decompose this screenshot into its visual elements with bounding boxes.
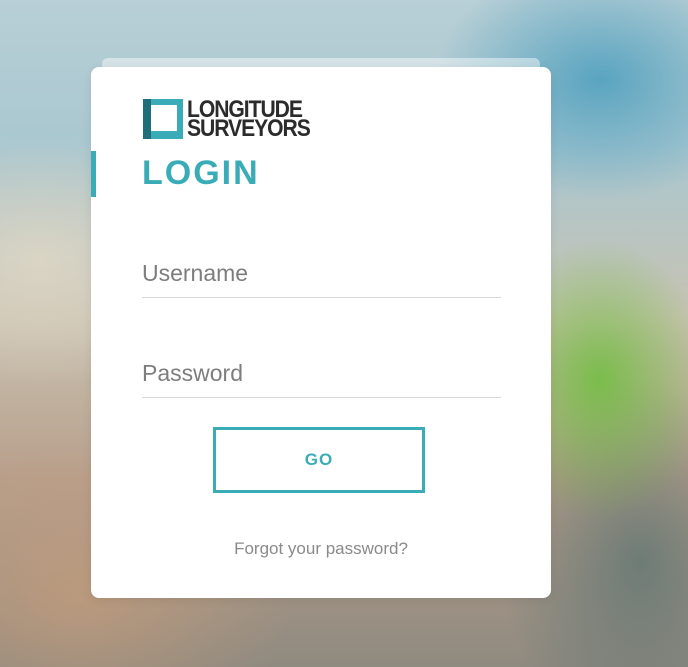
password-input[interactable] bbox=[142, 353, 501, 393]
logo-line-2: SURVEYORS bbox=[187, 115, 311, 142]
forgot-password-link[interactable]: Forgot your password? bbox=[91, 539, 551, 559]
username-field-wrapper bbox=[142, 253, 501, 298]
title-accent-bar bbox=[91, 151, 96, 197]
username-input[interactable] bbox=[142, 253, 501, 293]
logo-wordmark: LONGITUDE SURVEYORS bbox=[187, 98, 311, 142]
logo-square-icon bbox=[143, 99, 183, 139]
go-button[interactable]: GO bbox=[213, 427, 425, 493]
login-title: LOGIN bbox=[142, 154, 260, 192]
password-field-wrapper bbox=[142, 353, 501, 398]
company-logo: LONGITUDE SURVEYORS bbox=[143, 98, 326, 142]
login-card: LONGITUDE SURVEYORS LOGIN GO Forgot your… bbox=[91, 67, 551, 598]
